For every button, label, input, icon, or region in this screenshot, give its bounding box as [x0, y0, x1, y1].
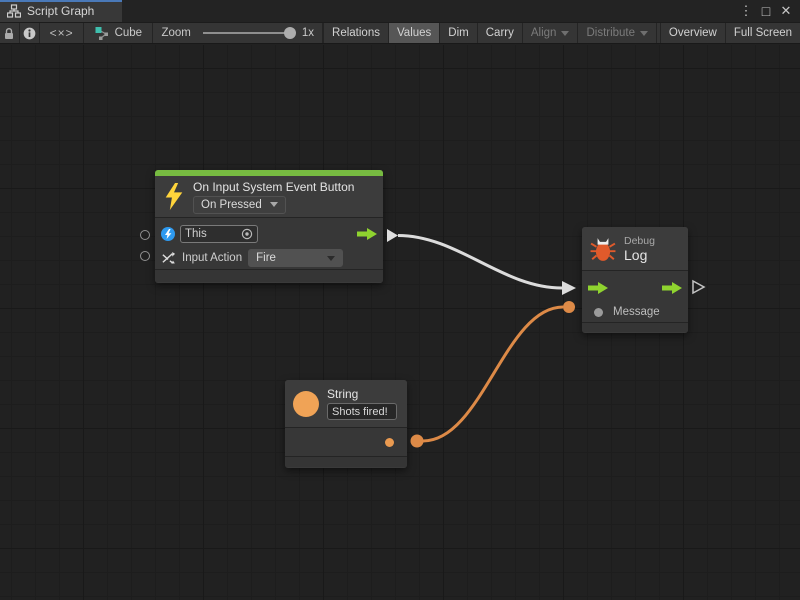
node-footer	[155, 269, 383, 282]
distribute-dropdown-button[interactable]: Distribute	[577, 23, 656, 43]
code-toggle-icon: <×>	[50, 26, 74, 40]
dim-button[interactable]: Dim	[439, 23, 476, 43]
tab-label: Script Graph	[27, 4, 94, 18]
trigger-mode-dropdown[interactable]: On Pressed	[193, 196, 286, 214]
active-tab-accent	[0, 0, 122, 2]
inspect-button[interactable]	[20, 23, 40, 43]
node-title: Log	[624, 247, 655, 263]
code-preview-button[interactable]: <×>	[40, 23, 84, 43]
zoom-value: 1x	[302, 27, 314, 39]
message-input-port[interactable]	[594, 308, 603, 317]
node-debug-log[interactable]: Debug Log Message	[582, 227, 688, 333]
orange-circle-icon	[293, 391, 319, 417]
node-footer	[285, 456, 407, 467]
flow-output-port[interactable]	[662, 282, 682, 294]
relations-button[interactable]: Relations	[323, 23, 388, 43]
graph-toolbar: <×> Cube Zoom 1x Relations Values Dim Ca…	[0, 22, 800, 44]
node-title: String	[327, 387, 397, 401]
values-button[interactable]: Values	[388, 23, 439, 43]
bug-icon	[590, 236, 616, 262]
string-output-port[interactable]	[385, 438, 394, 447]
window-menu-icon[interactable]: ⋮	[738, 0, 754, 22]
zoom-label: Zoom	[161, 27, 190, 39]
event-action-port[interactable]	[140, 251, 150, 261]
graph-context-breadcrumb[interactable]: Cube	[84, 23, 153, 43]
fullscreen-button[interactable]: Full Screen	[725, 23, 800, 43]
zoom-slider-track[interactable]	[203, 32, 291, 34]
node-string-literal[interactable]: String	[285, 380, 407, 468]
input-action-dropdown[interactable]: Fire	[248, 249, 343, 267]
chevron-down-icon	[561, 31, 569, 36]
zoom-control: Zoom 1x	[153, 23, 323, 43]
close-icon[interactable]: ✕	[778, 0, 794, 22]
carry-button[interactable]: Carry	[477, 23, 522, 43]
tab-script-graph[interactable]: Script Graph	[0, 0, 122, 22]
flow-input-port[interactable]	[588, 282, 608, 294]
message-port-label: Message	[613, 306, 660, 318]
self-object-icon	[161, 227, 175, 241]
node-category: Debug	[624, 235, 655, 247]
script-graph-window: Script Graph ⋮ □ ✕ <×>	[0, 0, 800, 600]
graph-hierarchy-icon	[7, 4, 21, 18]
zoom-slider-knob[interactable]	[284, 27, 296, 39]
chevron-down-icon	[327, 256, 335, 261]
object-picker-icon[interactable]	[241, 228, 253, 240]
node-footer	[582, 322, 688, 332]
align-dropdown-button[interactable]: Align	[522, 23, 578, 43]
window-controls: ⋮ □ ✕	[738, 0, 800, 22]
lock-button[interactable]	[0, 23, 20, 43]
tab-bar: Script Graph ⋮ □ ✕	[0, 0, 800, 22]
info-icon	[23, 27, 36, 40]
action-port-label: Input Action	[182, 252, 242, 264]
context-label: Cube	[115, 27, 143, 39]
string-value-field[interactable]	[327, 403, 397, 420]
chevron-down-icon	[640, 31, 648, 36]
chevron-down-icon	[270, 202, 278, 207]
node-on-input-system-event-button[interactable]: On Input System Event Button On Pressed …	[155, 170, 383, 283]
overview-button[interactable]: Overview	[660, 23, 725, 43]
lock-icon	[3, 27, 15, 40]
graph-network-icon	[95, 26, 109, 40]
input-action-icon	[161, 251, 176, 266]
event-self-port[interactable]	[140, 230, 150, 240]
node-title: On Input System Event Button	[193, 180, 354, 194]
target-object-field[interactable]: This	[180, 225, 258, 243]
lightning-bolt-icon	[163, 183, 185, 210]
maximize-icon[interactable]: □	[758, 0, 774, 22]
flow-output-port[interactable]	[357, 228, 377, 240]
